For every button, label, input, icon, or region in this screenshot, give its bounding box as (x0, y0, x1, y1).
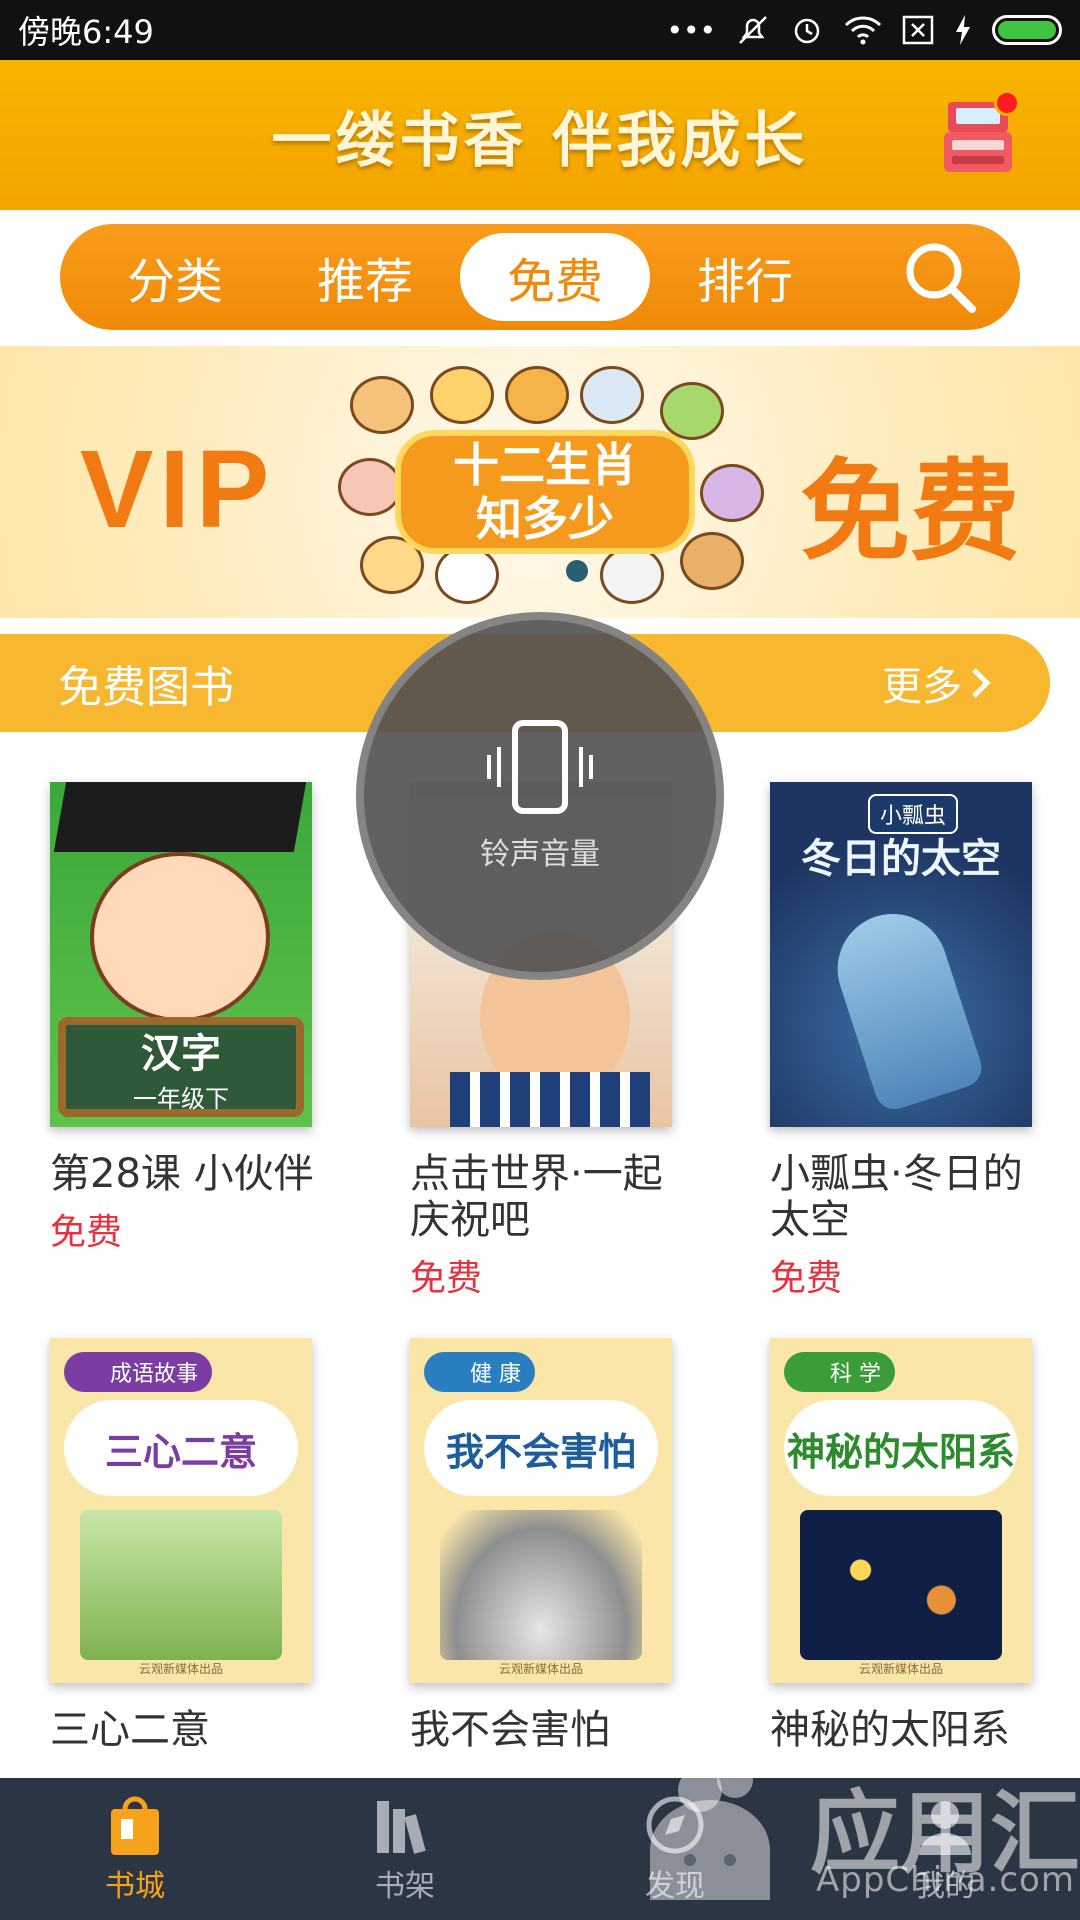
zodiac-animal-icon (700, 464, 764, 522)
status-bar: 傍晚6:49 ••• (0, 0, 1080, 60)
book-cover[interactable]: 科 学 神秘的太阳系 云观新媒体出品 (770, 1338, 1032, 1683)
section-title: 免费图书 (58, 662, 234, 713)
zodiac-animal-icon (600, 546, 664, 604)
shopping-bag-icon (111, 1796, 159, 1855)
promo-banner[interactable]: VIP 十二生肖 知多少 免费 (0, 346, 1080, 618)
spotlight-scene-illustration (440, 1510, 642, 1660)
rocket-illustration (823, 899, 987, 1115)
farm-scene-illustration (80, 1510, 282, 1660)
book-price: 免费 (770, 1258, 843, 1299)
book-card[interactable]: 汉字 一年级下 第28课 小伙伴 免费 (40, 782, 340, 1255)
cover-subtitle: 一年级下 (133, 1084, 229, 1113)
notification-badge (994, 90, 1020, 116)
blackboard: 汉字 一年级下 (58, 1017, 304, 1117)
user-icon (919, 1801, 971, 1855)
zodiac-animal-icon (435, 546, 499, 604)
bottom-tab-bookshelf[interactable]: 书架 (270, 1778, 540, 1920)
cover-footer: 云观新媒体出品 (858, 1662, 943, 1676)
banner-free-text: 免费 (800, 448, 1020, 576)
zodiac-animal-icon (430, 366, 494, 424)
banner-vip-text: VIP (80, 428, 276, 551)
bottom-label: 发现 (645, 1869, 705, 1904)
bottom-nav: 书城 书架 发现 我的 (0, 1778, 1080, 1920)
zodiac-animal-icon (660, 382, 724, 440)
cover-title: 神秘的太阳系 (784, 1400, 1018, 1496)
volume-overlay: 铃声音量 (356, 612, 724, 980)
book-price: 免费 (410, 1258, 483, 1299)
alarm-icon (794, 18, 820, 44)
status-icons: ••• (666, 13, 1062, 47)
status-time: 傍晚6:49 (18, 13, 154, 51)
tab-free[interactable]: 免费 (460, 233, 650, 321)
more-link[interactable]: 更多 (882, 654, 992, 712)
search-icon[interactable] (900, 237, 980, 317)
book-cover[interactable]: 汉字 一年级下 (50, 782, 312, 1127)
book-cover[interactable]: 健 康 我不会害怕 云观新媒体出品 (410, 1338, 672, 1683)
volume-label: 铃声音量 (480, 837, 600, 872)
bottom-label: 书城 (105, 1869, 165, 1904)
book-title[interactable]: 点击世界·一起庆祝吧 (410, 1151, 680, 1243)
cover-title: 三心二意 (64, 1400, 298, 1496)
app-title: 一缕书香 伴我成长 (271, 105, 809, 176)
cover-title: 汉字 (141, 1030, 221, 1077)
book-title[interactable]: 小瓢虫·冬日的太空 (770, 1151, 1040, 1243)
cover-tag: 健 康 (424, 1352, 535, 1392)
app-header: 一缕书香 伴我成长 (0, 60, 1080, 210)
tab-ranking[interactable]: 排行 (650, 233, 840, 321)
cover-tag: 科 学 (784, 1352, 895, 1392)
bottom-label: 我的 (915, 1869, 975, 1904)
wifi-icon (844, 16, 882, 45)
bottom-label: 书架 (375, 1869, 435, 1904)
category-nav: 分类 推荐 免费 排行 (60, 224, 1020, 330)
cover-title: 我不会害怕 (424, 1400, 658, 1496)
bottom-tab-discover[interactable]: 发现 (540, 1778, 810, 1920)
more-label: 更多 (882, 664, 962, 710)
zodiac-animal-icon (338, 458, 402, 516)
banner-plate-line2: 知多少 (476, 492, 614, 546)
bookshelf-icon (377, 1801, 426, 1854)
mute-icon (739, 16, 767, 44)
battery-icon (992, 15, 1062, 45)
chevron-right-icon (972, 668, 991, 698)
zodiac-animal-icon (505, 366, 569, 424)
more-dots-icon: ••• (666, 13, 716, 47)
book-cover[interactable]: 小瓢虫 冬日的太空 (770, 782, 1032, 1127)
cover-tag: 成语故事 (64, 1352, 213, 1392)
cover-footer: 云观新媒体出品 (498, 1662, 583, 1676)
book-price: 免费 (50, 1212, 123, 1253)
boy-shirt-illustration (450, 1072, 650, 1127)
girl-face-illustration (90, 852, 270, 1022)
book-title[interactable]: 神秘的太阳系 (770, 1707, 1040, 1753)
banner-plate-line1: 十二生肖 (453, 438, 637, 492)
zodiac-animal-icon (580, 366, 644, 424)
tab-category[interactable]: 分类 (80, 233, 270, 321)
cover-title: 冬日的太空 (801, 836, 1001, 882)
solar-system-illustration (800, 1510, 1002, 1660)
banner-plate: 十二生肖 知多少 (395, 430, 695, 554)
book-card[interactable]: 成语故事 三心二意 云观新媒体出品 三心二意 (40, 1338, 340, 1753)
bottom-tab-store[interactable]: 书城 (0, 1778, 270, 1920)
book-cover[interactable]: 成语故事 三心二意 云观新媒体出品 (50, 1338, 312, 1683)
book-card[interactable]: 健 康 我不会害怕 云观新媒体出品 我不会害怕 (400, 1338, 700, 1753)
graduation-cap-icon (53, 782, 307, 852)
zodiac-animal-icon (680, 532, 744, 590)
book-card[interactable]: 小瓢虫 冬日的太空 小瓢虫·冬日的太空 免费 (760, 782, 1060, 1301)
carousel-indicator (566, 560, 588, 582)
compass-icon (646, 1796, 704, 1854)
book-title[interactable]: 三心二意 (50, 1707, 320, 1753)
vibrate-phone-icon (487, 720, 593, 814)
book-title[interactable]: 我不会害怕 (410, 1707, 680, 1753)
cover-footer: 云观新媒体出品 (138, 1662, 223, 1676)
tab-recommend[interactable]: 推荐 (270, 233, 460, 321)
book-card[interactable]: 科 学 神秘的太阳系 云观新媒体出品 神秘的太阳系 (760, 1338, 1060, 1753)
zodiac-animal-icon (350, 376, 414, 434)
charging-icon (956, 15, 970, 45)
bottom-tab-mine[interactable]: 我的 (810, 1778, 1080, 1920)
book-title[interactable]: 第28课 小伙伴 (50, 1151, 320, 1197)
no-sim-icon (902, 15, 934, 45)
